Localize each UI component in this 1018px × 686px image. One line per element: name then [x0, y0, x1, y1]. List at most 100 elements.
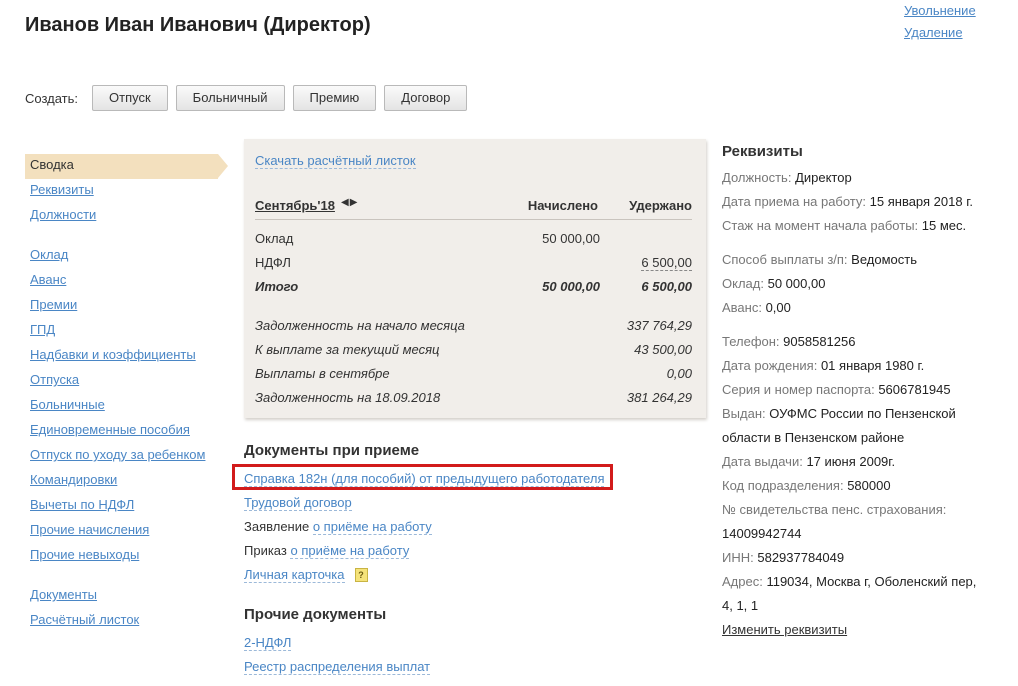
nav-item-other-accruals[interactable]: Прочие начисления — [30, 522, 149, 537]
field-label: Дата рождения: — [722, 358, 818, 373]
create-label: Создать: — [25, 90, 79, 106]
field-value: 580000 — [847, 478, 891, 493]
summary-value: 43 500,00 — [634, 342, 692, 357]
create-contract-button[interactable]: Договор — [384, 85, 468, 111]
summary-row: К выплате за текущий месяц 43 500,00 — [255, 342, 692, 362]
summary-row: Задолженность на 18.09.2018 381 264,29 — [255, 390, 692, 410]
other-docs-heading: Прочие документы — [244, 606, 387, 623]
field-label: Аванс: — [722, 300, 762, 315]
page-title: Иванов Иван Иванович (Директор) — [25, 14, 371, 36]
field-value: 01 января 1980 г. — [820, 358, 925, 373]
edit-requisites-link[interactable]: Изменить реквизиты — [722, 622, 847, 637]
requisites-panel: Реквизиты Должность: Директор Дата прием… — [722, 143, 1012, 642]
field-label: Выдан: — [722, 406, 766, 421]
nav-item-summary[interactable]: Сводка — [25, 154, 228, 179]
summary-label: К выплате за текущий месяц — [255, 342, 440, 357]
payslip-panel: Скачать расчётный листок Сентябрь'18 ◀▶ … — [244, 139, 706, 418]
other-docs-section: Прочие документы 2-НДФЛ Реестр распредел… — [244, 606, 431, 680]
field-value: Директор — [795, 170, 852, 185]
field-value: 5606781945 — [878, 382, 951, 397]
nav-item-business-trips[interactable]: Командировки — [30, 472, 117, 487]
nav-item-other-absences[interactable]: Прочие невыходы — [30, 547, 139, 562]
field-value: 15 мес. — [921, 218, 967, 233]
dismiss-link[interactable]: Увольнение — [904, 3, 976, 18]
field-label: Серия и номер паспорта: — [722, 382, 875, 397]
field-label: Дата выдачи: — [722, 454, 803, 469]
nav-item-tax-deductions[interactable]: Вычеты по НДФЛ — [30, 497, 134, 512]
application-link[interactable]: о приёме на работу — [312, 519, 432, 535]
help-icon[interactable]: ? — [354, 568, 368, 582]
field-value: 9058581256 — [783, 334, 856, 349]
payslip-row: Оклад 50 000,00 — [255, 231, 692, 251]
field-value: Ведомость — [851, 252, 917, 267]
nav-item-lump-sum-benefits[interactable]: Единовременные пособия — [30, 422, 190, 437]
create-sick-leave-button[interactable]: Больничный — [175, 85, 285, 111]
field-value: 119034, Москва г, Оболенский пер, — [766, 574, 977, 589]
summary-label: Задолженность на начало месяца — [255, 318, 465, 333]
requisites-title: Реквизиты — [722, 143, 803, 160]
nav-item-documents[interactable]: Документы — [30, 587, 97, 602]
summary-label: Задолженность на 18.09.2018 — [255, 390, 441, 405]
download-payslip-link[interactable]: Скачать расчётный листок — [255, 153, 416, 169]
create-bonus-button[interactable]: Премию — [292, 85, 377, 111]
row-label: НДФЛ — [255, 255, 291, 270]
total-withheld: 6 500,00 — [641, 279, 692, 294]
create-toolbar: Создать: Отпуск Больничный Премию Догово… — [25, 85, 475, 111]
field-label: Стаж на момент начала работы: — [722, 218, 919, 233]
payslip-total-row: Итого 50 000,00 6 500,00 — [255, 279, 692, 299]
create-vacation-button[interactable]: Отпуск — [92, 85, 168, 111]
field-value: 17 июня 2009г. — [806, 454, 896, 469]
summary-value: 0,00 — [666, 366, 692, 381]
field-label: Дата приема на работу: — [722, 194, 867, 209]
field-label: Должность: — [722, 170, 792, 185]
payment-registry-link[interactable]: Реестр распределения выплат — [244, 659, 431, 675]
field-value: ОУФМС России по Пензенской — [769, 406, 956, 421]
nav-item-gpd[interactable]: ГПД — [30, 322, 55, 337]
field-value: 4, 1, 1 — [722, 598, 759, 613]
total-accrued: 50 000,00 — [542, 279, 600, 294]
personal-card-link[interactable]: Личная карточка — [244, 567, 345, 583]
row-accrued: 50 000,00 — [542, 231, 600, 246]
nav-item-sick-leaves[interactable]: Больничные — [30, 397, 105, 412]
field-label: Код подразделения: — [722, 478, 844, 493]
employment-contract-link[interactable]: Трудовой договор — [244, 495, 352, 511]
nav-item-allowances[interactable]: Надбавки и коэффициенты — [30, 347, 196, 362]
sidebar-nav: Сводка Реквизиты Должности Оклад Аванс П… — [25, 154, 228, 634]
field-label: Телефон: — [722, 334, 780, 349]
nav-item-salary[interactable]: Оклад — [30, 247, 68, 262]
hire-docs-heading: Документы при приеме — [244, 442, 420, 459]
top-actions: Увольнение Удаление — [904, 3, 976, 47]
field-value: области в Пензенском районе — [722, 430, 905, 445]
nav-item-requisites[interactable]: Реквизиты — [30, 182, 94, 197]
order-link[interactable]: о приёме на работу — [290, 543, 410, 559]
nav-item-advance[interactable]: Аванс — [30, 272, 66, 287]
payslip-row: НДФЛ 6 500,00 — [255, 255, 692, 275]
summary-row: Выплаты в сентябре 0,00 — [255, 366, 692, 386]
nav-item-bonuses[interactable]: Премии — [30, 297, 77, 312]
month-selector[interactable]: Сентябрь'18 — [255, 198, 335, 213]
highlight-box — [232, 464, 613, 490]
nav-item-positions[interactable]: Должности — [30, 207, 96, 222]
accrued-column-header: Начислено — [527, 198, 598, 213]
month-arrows-icon[interactable]: ◀▶ — [341, 197, 358, 208]
field-label: Оклад: — [722, 276, 764, 291]
field-value: 0,00 — [765, 300, 791, 315]
row-withheld[interactable]: 6 500,00 — [641, 255, 692, 271]
field-value: 14009942744 — [722, 526, 802, 541]
field-label: № свидетельства пенс. страхования: — [722, 502, 947, 517]
delete-link[interactable]: Удаление — [904, 25, 963, 40]
summary-row: Задолженность на начало месяца 337 764,2… — [255, 318, 692, 338]
nav-item-payslip[interactable]: Расчётный листок — [30, 612, 139, 627]
summary-value: 381 264,29 — [626, 390, 692, 405]
total-label: Итого — [255, 279, 299, 294]
summary-label: Выплаты в сентябре — [255, 366, 390, 381]
field-label: Адрес: — [722, 574, 763, 589]
ndfl2-link[interactable]: 2-НДФЛ — [244, 635, 292, 651]
nav-item-vacations[interactable]: Отпуска — [30, 372, 79, 387]
payslip-header: Сентябрь'18 ◀▶ Начислено Удержано — [255, 197, 692, 220]
field-value: 582937784049 — [757, 550, 845, 565]
nav-item-parental-leave[interactable]: Отпуск по уходу за ребенком — [30, 447, 205, 462]
field-label: Способ выплаты з/п: — [722, 252, 848, 267]
withheld-column-header: Удержано — [629, 198, 692, 213]
application-label: Заявление — [244, 519, 310, 534]
